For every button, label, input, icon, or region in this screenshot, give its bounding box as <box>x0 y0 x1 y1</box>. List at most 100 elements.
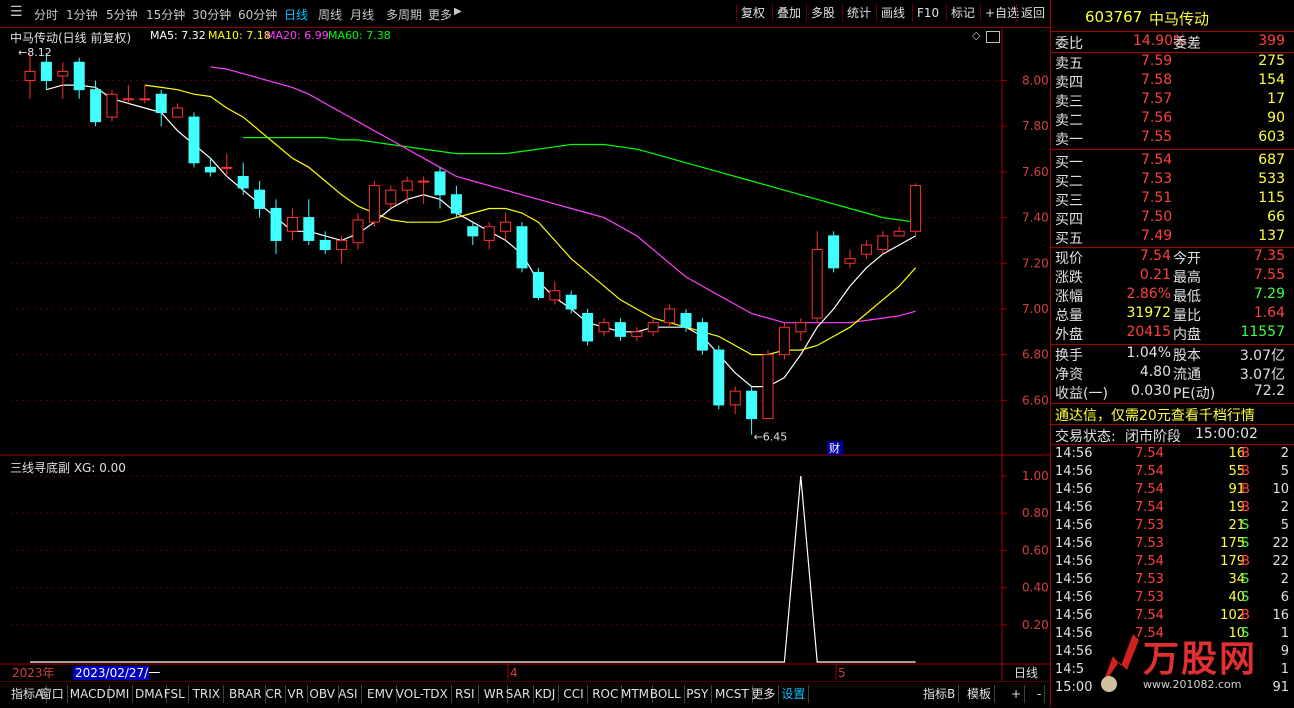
candle-body[interactable] <box>713 349 725 406</box>
candle-body[interactable] <box>811 249 823 319</box>
candle-body[interactable] <box>286 217 298 232</box>
candle-body[interactable] <box>877 235 889 251</box>
candle-body[interactable] <box>221 166 233 169</box>
candle-body[interactable] <box>450 194 462 214</box>
candle-body[interactable] <box>319 239 331 251</box>
candle-body[interactable] <box>368 185 380 223</box>
candle-body[interactable] <box>614 322 626 337</box>
candle-body[interactable] <box>631 331 643 337</box>
tab-right-1[interactable]: 模板 <box>964 685 996 703</box>
trade-side: B <box>1241 500 1250 515</box>
candle-body[interactable] <box>532 271 544 299</box>
candle-body[interactable] <box>172 107 184 118</box>
candle-body[interactable] <box>57 70 69 77</box>
chart-maximize-icon[interactable] <box>986 31 1000 43</box>
candle-body[interactable] <box>401 180 413 191</box>
candle-body[interactable] <box>204 166 216 173</box>
candle-body[interactable] <box>434 171 446 196</box>
orderbook-volume: 687 <box>1258 152 1285 168</box>
trade-count: 5 <box>1280 464 1289 479</box>
candle-body[interactable] <box>598 322 610 333</box>
candle-body[interactable] <box>122 98 134 101</box>
candle-body[interactable] <box>336 239 348 251</box>
candle-body[interactable] <box>844 258 856 264</box>
candle-body[interactable] <box>500 221 512 232</box>
tab-7[interactable]: BRAR <box>226 685 266 703</box>
tab-21[interactable]: BOLL <box>647 685 685 703</box>
candle-body[interactable] <box>762 354 774 420</box>
tab-9[interactable]: VR <box>284 685 308 703</box>
tab-1[interactable]: 窗口 <box>37 685 68 703</box>
candle-body[interactable] <box>40 61 52 82</box>
orderbook-row[interactable]: 卖二 7.56 90 <box>1051 110 1294 129</box>
candle-body[interactable] <box>516 226 528 269</box>
tab-right-0[interactable]: 指标B <box>920 685 960 703</box>
candle-body[interactable] <box>565 294 577 310</box>
tab-23[interactable]: MCST <box>712 685 753 703</box>
orderbook-row[interactable]: 卖五 7.59 275 <box>1051 53 1294 72</box>
tab-13[interactable]: VOL-TDX <box>393 685 452 703</box>
tab-17[interactable]: KDJ <box>532 685 560 703</box>
candle-body[interactable] <box>647 322 659 333</box>
candle-body[interactable] <box>418 180 430 183</box>
candle-body[interactable] <box>139 98 151 101</box>
candle-body[interactable] <box>237 175 249 189</box>
candle-body[interactable] <box>582 313 594 342</box>
tab-10[interactable]: OBV <box>306 685 339 703</box>
candle-body[interactable] <box>746 390 758 420</box>
candle-body[interactable] <box>106 93 118 118</box>
candle-body[interactable] <box>696 322 708 351</box>
candle-body[interactable] <box>549 290 561 301</box>
candle-body[interactable] <box>254 189 266 209</box>
tab-14[interactable]: RSI <box>452 685 479 703</box>
tab-5[interactable]: FSL <box>161 685 189 703</box>
candle-body[interactable] <box>155 93 167 114</box>
candle-body[interactable] <box>893 230 905 237</box>
candle-body[interactable] <box>860 244 872 255</box>
candle-body[interactable] <box>385 189 397 205</box>
period-tag[interactable]: 日线 <box>1014 666 1038 680</box>
candle-body[interactable] <box>483 226 495 241</box>
orderbook-row[interactable]: 买二 7.53 533 <box>1051 171 1294 190</box>
tab-right-3[interactable]: - <box>1034 685 1046 703</box>
fin-marker[interactable]: 财 <box>829 441 840 455</box>
candle-body[interactable] <box>778 326 790 356</box>
tab-25[interactable]: 设置 <box>778 685 810 703</box>
candle-body[interactable] <box>467 226 479 237</box>
candle-body[interactable] <box>910 185 922 232</box>
candle-body[interactable] <box>270 207 282 241</box>
candle-body[interactable] <box>729 390 741 406</box>
candle-body[interactable] <box>73 61 85 91</box>
candle-body[interactable] <box>828 235 840 269</box>
tab-24[interactable]: 更多 <box>748 685 780 703</box>
candle-body[interactable] <box>680 313 692 328</box>
tab-8[interactable]: CR <box>262 685 287 703</box>
ma20-line <box>210 66 916 324</box>
tab-22[interactable]: PSY <box>683 685 713 703</box>
chart-collapse-icon[interactable]: ◇ <box>972 29 980 42</box>
orderbook-row[interactable]: 买四 7.50 66 <box>1051 209 1294 228</box>
candle-body[interactable] <box>90 89 102 123</box>
ad-banner[interactable]: 通达信，仅需20元查看千档行情 <box>1051 405 1294 424</box>
orderbook-row[interactable]: 卖三 7.57 17 <box>1051 91 1294 110</box>
orderbook-row[interactable]: 卖四 7.58 154 <box>1051 72 1294 91</box>
tab-18[interactable]: CCI <box>560 685 588 703</box>
orderbook-row[interactable]: 买一 7.54 687 <box>1051 152 1294 171</box>
tab-3[interactable]: DMI <box>103 685 134 703</box>
candle-body[interactable] <box>664 308 676 324</box>
kline-chart[interactable]: 8.00 7.80 7.60 7.40 7.20 7.00 6.80 6.60 ←8.12 ←6.… <box>0 0 1050 681</box>
tab-16[interactable]: SAR <box>503 685 535 703</box>
candle-body[interactable] <box>188 116 200 164</box>
orderbook-row[interactable]: 买五 7.49 137 <box>1051 228 1294 247</box>
candle-body[interactable] <box>303 217 315 241</box>
candle-body[interactable] <box>795 322 807 333</box>
candle-body[interactable] <box>24 70 36 82</box>
orderbook-row[interactable]: 买三 7.51 115 <box>1051 190 1294 209</box>
candle-body[interactable] <box>352 219 364 244</box>
tab-11[interactable]: ASI <box>335 685 362 703</box>
tab-right-2[interactable]: + <box>1008 685 1026 703</box>
status-time: 15:00:02 <box>1195 426 1258 442</box>
orderbook-row[interactable]: 卖一 7.55 603 <box>1051 129 1294 148</box>
tab-6[interactable]: TRIX <box>190 685 225 703</box>
quote-value: 1.64 <box>1253 305 1285 321</box>
